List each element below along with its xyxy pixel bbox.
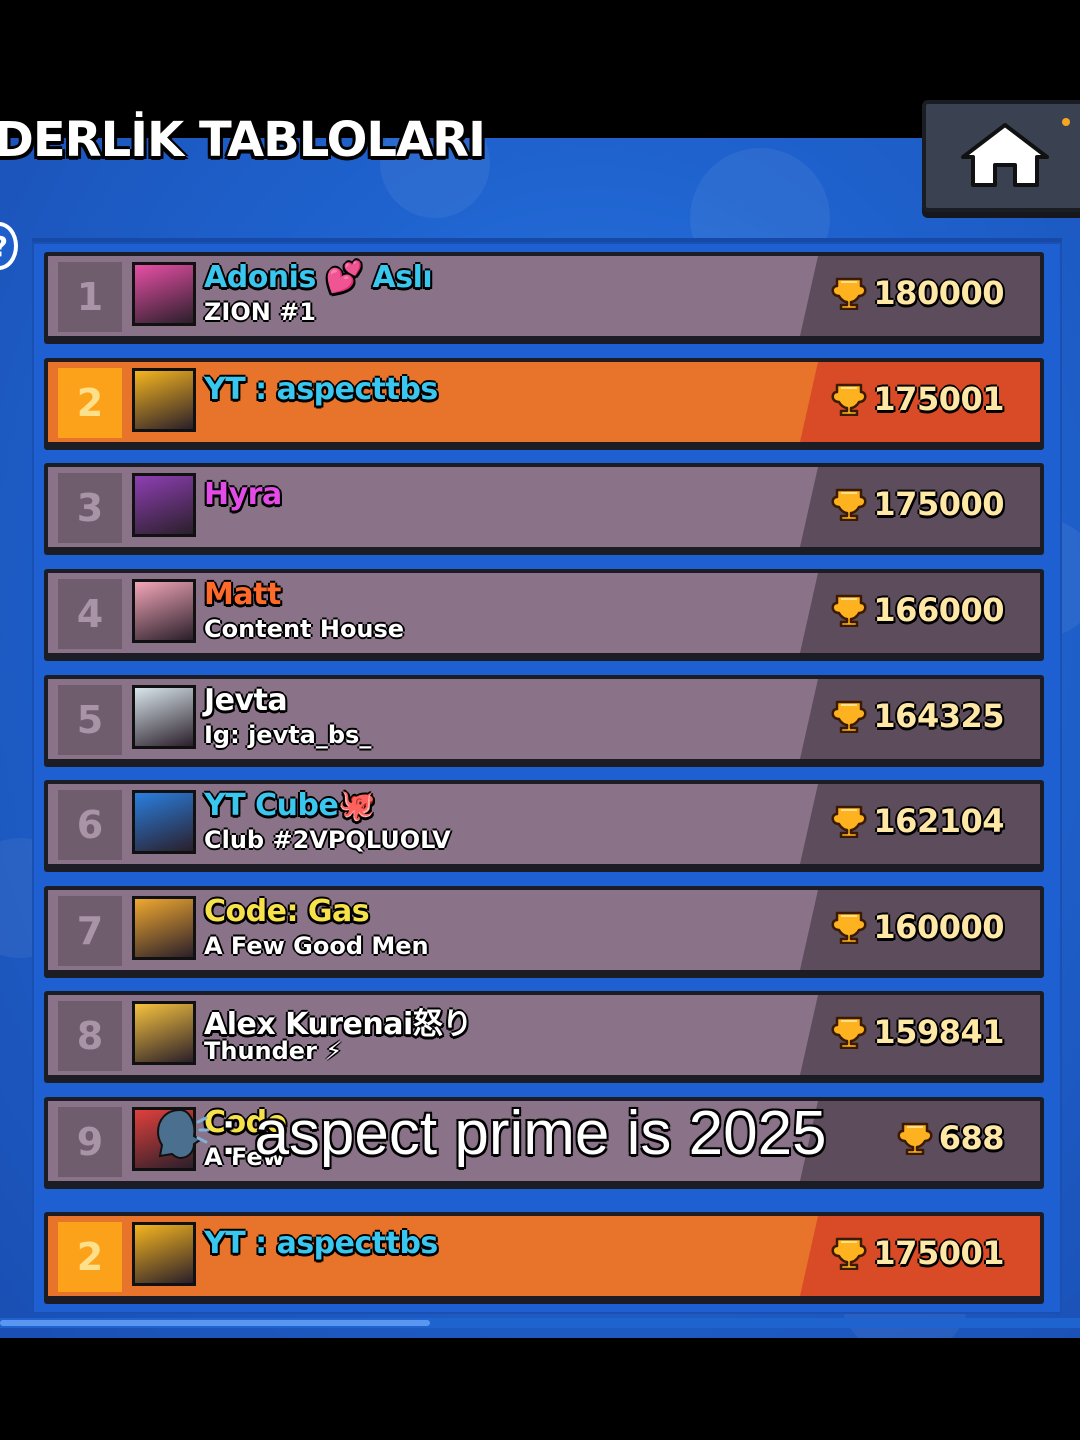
club-name: ZION #1 (204, 298, 316, 326)
video-caption: : aspect prime is 2025 (150, 1098, 827, 1169)
club-name: Club #2VPQLUOLV (204, 826, 451, 854)
trophy-value: 180000 (873, 274, 1004, 312)
trophy-value: 160000 (873, 908, 1004, 946)
player-avatar (132, 579, 196, 643)
trophy-icon (831, 488, 867, 521)
club-name: A Few Good Men (204, 932, 429, 960)
trophy-icon (831, 277, 867, 310)
trophy-value: 175001 (873, 380, 1004, 418)
rank-number: 5 (58, 685, 122, 755)
rank-number: 9 (58, 1107, 122, 1177)
leaderboard-row[interactable]: 1 Adonis 💕 Aslı ZION #1 180000 (44, 252, 1044, 344)
speaking-head-icon (156, 1108, 210, 1159)
trophy-count: 166000 (829, 591, 1004, 629)
trophy-count: 180000 (829, 274, 1004, 312)
trophy-count: 164325 (829, 697, 1004, 735)
trophy-value: 175000 (873, 485, 1004, 523)
trophy-count: 175000 (829, 485, 1004, 523)
trophy-icon (831, 805, 867, 838)
player-avatar (132, 1222, 196, 1286)
trophy-count: 162104 (829, 802, 1004, 840)
player-name: YT Cube🐙 (204, 788, 376, 823)
trophy-value: 166000 (873, 591, 1004, 629)
info-icon: ? (0, 230, 8, 263)
trophy-value: 164325 (873, 697, 1004, 735)
player-avatar (132, 473, 196, 537)
trophy-count: 175001 (829, 1234, 1004, 1272)
leaderboard-row[interactable]: 2 YT : aspecttbs 175001 (44, 358, 1044, 450)
trophy-value: 162104 (873, 802, 1004, 840)
player-avatar (132, 1001, 196, 1065)
player-avatar (132, 262, 196, 326)
leaderboard-row[interactable]: 5 Jevta Ig: jevta_bs_ 164325 (44, 675, 1044, 767)
player-name: Code: Gas (204, 894, 370, 929)
trophy-icon (831, 700, 867, 733)
home-icon (961, 123, 1049, 187)
scrollbar-thumb[interactable] (0, 1320, 430, 1326)
player-name: YT : aspecttbs (204, 372, 438, 407)
player-name: Hyra (204, 477, 282, 512)
leaderboard-row[interactable]: 4 Matt Content House 166000 (44, 569, 1044, 661)
rank-number: 2 (58, 368, 122, 438)
club-name: Ig: jevta_bs_ (204, 721, 372, 749)
trophy-icon (831, 911, 867, 944)
trophy-value: 159841 (873, 1013, 1004, 1051)
player-avatar (132, 790, 196, 854)
player-name: Jevta (204, 683, 288, 718)
rank-number: 6 (58, 790, 122, 860)
caption-text: : aspect prime is 2025 (220, 1099, 827, 1168)
leaderboard-row[interactable]: 7 Code: Gas A Few Good Men 160000 (44, 886, 1044, 978)
rank-number: 7 (58, 896, 122, 966)
leaderboard-row[interactable]: 6 YT Cube🐙 Club #2VPQLUOLV 162104 (44, 780, 1044, 872)
rank-number: 2 (58, 1222, 122, 1292)
home-button[interactable] (922, 100, 1080, 212)
trophy-count: 688 (895, 1119, 1005, 1157)
player-avatar (132, 368, 196, 432)
player-name: YT : aspecttbs (204, 1226, 438, 1261)
club-name: Thunder ⚡ (204, 1037, 343, 1065)
trophy-count: 175001 (829, 380, 1004, 418)
club-name: Content House (204, 615, 405, 643)
player-avatar (132, 685, 196, 749)
notification-dot (1062, 118, 1070, 126)
trophy-icon (831, 1016, 867, 1049)
trophy-count: 159841 (829, 1013, 1004, 1051)
rank-number: 3 (58, 473, 122, 543)
trophy-count: 160000 (829, 908, 1004, 946)
rank-number: 4 (58, 579, 122, 649)
trophy-value: 175001 (873, 1234, 1004, 1272)
trophy-icon (831, 1237, 867, 1270)
rank-number: 8 (58, 1001, 122, 1071)
trophy-icon (897, 1122, 933, 1155)
player-name: Matt (204, 577, 281, 612)
page-title: DERLİK TABLOLARI (0, 112, 486, 168)
trophy-icon (831, 383, 867, 416)
leaderboard-row[interactable]: 8 Alex Kurenai怒り Thunder ⚡ 159841 (44, 991, 1044, 1083)
trophy-value: 688 (938, 1119, 1005, 1157)
player-avatar (132, 896, 196, 960)
leaderboard-row[interactable]: 3 Hyra 175000 (44, 463, 1044, 555)
trophy-icon (831, 594, 867, 627)
player-name: Adonis 💕 Aslı (204, 260, 433, 295)
rank-number: 1 (58, 262, 122, 332)
leaderboard-row[interactable]: 2 YT : aspecttbs 175001 (44, 1212, 1044, 1304)
